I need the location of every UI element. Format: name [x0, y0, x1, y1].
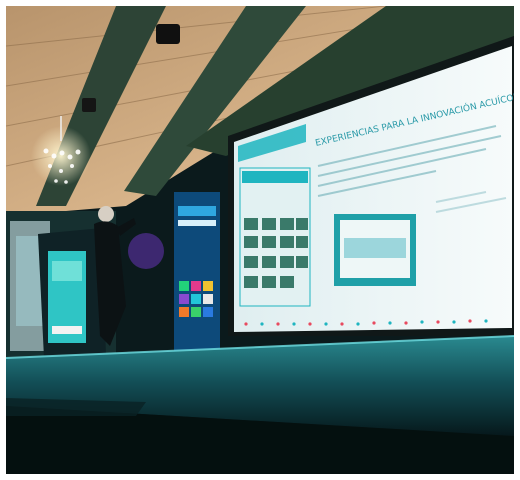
- photo-scene: EXPERIENCIAS PARA LA INNOVACIÓN ACUÍCOLA: [6, 6, 514, 474]
- stage-light: [128, 233, 164, 269]
- spotlight: [82, 98, 96, 112]
- event-photo: EXPERIENCIAS PARA LA INNOVACIÓN ACUÍCOLA: [6, 6, 514, 474]
- spotlight: [156, 24, 180, 44]
- rollup-banner: [174, 192, 220, 354]
